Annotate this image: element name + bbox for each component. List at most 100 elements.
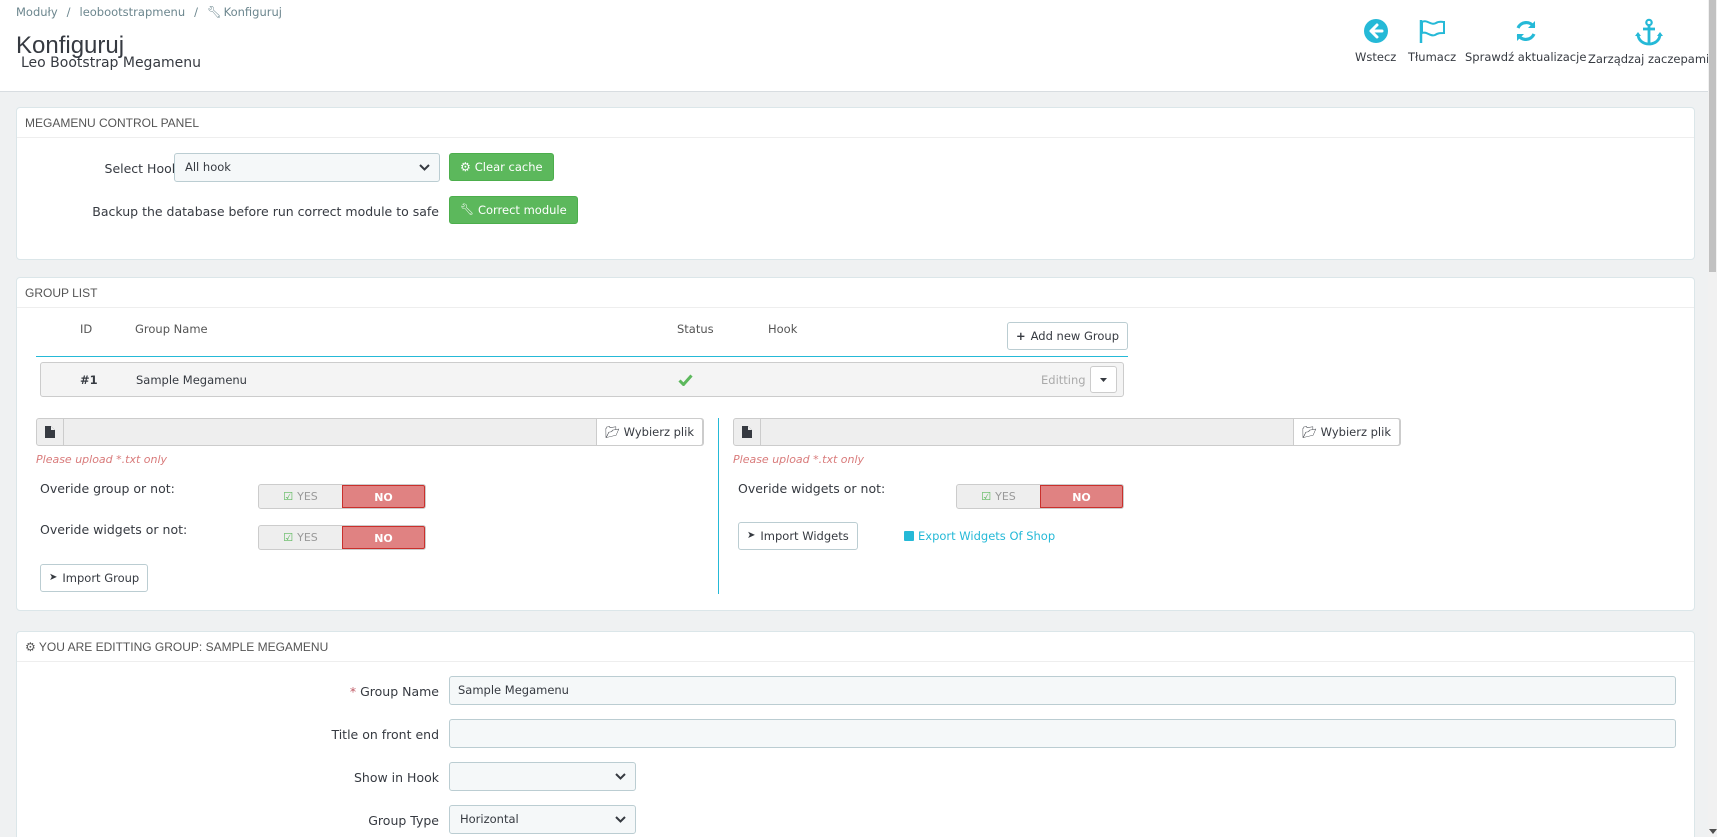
file-icon: [734, 419, 761, 445]
override-widgets-right-yes[interactable]: ☑︎ YES: [957, 485, 1040, 508]
widgets-file-input[interactable]: 📂︎ Wybierz plik: [733, 418, 1401, 446]
check-updates-button[interactable]: Sprawdź aktualizacje: [1465, 18, 1586, 64]
folder-open-icon: 📂︎: [605, 425, 620, 439]
control-panel: MEGAMENU CONTROL PANEL Select Hook All h…: [16, 107, 1695, 260]
backup-label: Backup the database before run correct m…: [92, 204, 439, 219]
page-subtitle: Leo Bootstrap Megamenu: [21, 55, 202, 71]
check-icon: [678, 374, 693, 386]
control-panel-heading: MEGAMENU CONTROL PANEL: [17, 108, 1694, 138]
breadcrumb-item-modules[interactable]: Moduły: [16, 5, 58, 19]
import-widgets-label: Import Widgets: [760, 529, 849, 543]
column-header-hook: Hook: [768, 322, 798, 336]
editting-button[interactable]: Editting: [1041, 373, 1086, 387]
export-widgets-label: Export Widgets Of Shop: [918, 529, 1056, 543]
group-type-value: Horizontal: [460, 812, 519, 826]
override-widgets-label: Overide widgets or not:: [40, 522, 188, 537]
group-list-panel: GROUP LIST ID Group Name Status Hook + A…: [16, 277, 1695, 611]
title-front-end-input[interactable]: [449, 719, 1676, 748]
file-icon: [37, 419, 64, 445]
override-group-no[interactable]: NO: [341, 485, 425, 508]
override-widgets-right-label: Overide widgets or not:: [738, 481, 886, 496]
group-upload-hint: Please upload *.txt only: [36, 453, 168, 466]
clear-cache-label: Clear cache: [474, 160, 543, 174]
plus-icon: +: [1016, 329, 1026, 343]
wrench-icon: 🔧︎: [460, 203, 474, 216]
override-group-switch[interactable]: ☑︎ YES NO: [258, 484, 426, 509]
group-type-dropdown[interactable]: Horizontal: [449, 805, 636, 834]
edit-group-panel: ⚙︎ YOU ARE EDITTING GROUP: SAMPLE MEGAME…: [16, 631, 1695, 837]
check-updates-label: Sprawdź aktualizacje: [1465, 50, 1587, 64]
folder-open-icon: 📂︎: [1302, 425, 1317, 439]
override-widgets-switch[interactable]: ☑︎ YES NO: [258, 525, 426, 550]
import-widgets-button[interactable]: ➤︎ Import Widgets: [738, 522, 858, 550]
select-hook-dropdown[interactable]: All hook: [174, 153, 440, 182]
group-name-input[interactable]: Sample Megamenu: [449, 676, 1676, 705]
checkbox-icon: ☑︎: [283, 531, 294, 544]
checkbox-icon: ☑︎: [283, 490, 294, 503]
widgets-upload-hint: Please upload *.txt only: [733, 453, 865, 466]
chevron-down-icon: [419, 164, 430, 171]
export-widgets-link[interactable]: Export Widgets Of Shop: [904, 529, 1055, 543]
show-in-hook-label: Show in Hook: [353, 770, 439, 785]
override-widgets-right-no[interactable]: NO: [1039, 485, 1123, 508]
row-actions-dropdown[interactable]: [1090, 366, 1117, 393]
override-widgets-yes[interactable]: ☑︎ YES: [259, 526, 342, 549]
override-widgets-right-switch[interactable]: ☑︎ YES NO: [956, 484, 1124, 509]
refresh-icon: [1516, 21, 1536, 41]
arrow-circle-right-icon: ➤︎: [747, 530, 756, 541]
group-name-label: * Group Name: [349, 684, 439, 699]
edit-group-heading: ⚙︎ YOU ARE EDITTING GROUP: SAMPLE MEGAME…: [17, 632, 1694, 662]
checkbox-icon: ☑︎: [981, 490, 992, 503]
scrollbar-thumb[interactable]: [1709, 0, 1716, 272]
table-row[interactable]: #1 Sample Megamenu Editting: [40, 362, 1124, 397]
arrow-circle-right-icon: ➤︎: [49, 572, 58, 583]
breadcrumb-separator: /: [66, 5, 71, 19]
manage-hooks-button[interactable]: Zarządzaj zaczepami: [1588, 18, 1709, 66]
scroll-down-arrow-icon[interactable]: [1709, 829, 1717, 834]
back-label: Wstecz: [1355, 50, 1397, 64]
anchor-icon: [1634, 18, 1663, 46]
table-header-divider: [36, 356, 1128, 357]
widgets-browse-button[interactable]: 📂︎ Wybierz plik: [1293, 418, 1400, 446]
clear-cache-button[interactable]: ⚙︎ Clear cache: [449, 153, 554, 181]
caret-down-icon: [1100, 378, 1107, 382]
override-widgets-no[interactable]: NO: [341, 526, 425, 549]
correct-module-button[interactable]: 🔧︎ Correct module: [449, 196, 578, 224]
row-group-name: Sample Megamenu: [136, 373, 247, 387]
vertical-scrollbar[interactable]: [1708, 0, 1717, 837]
add-new-group-button[interactable]: + Add new Group: [1007, 322, 1128, 350]
add-new-group-label: Add new Group: [1030, 329, 1119, 343]
group-list-heading: GROUP LIST: [17, 278, 1694, 308]
chevron-down-icon: [615, 773, 626, 780]
column-header-name: Group Name: [135, 322, 208, 336]
translate-label: Tłumacz: [1408, 50, 1457, 64]
row-id: #1: [80, 373, 98, 387]
arrow-left-circle-icon: [1363, 19, 1388, 43]
title-front-end-label: Title on front end: [331, 727, 439, 742]
group-file-input[interactable]: 📂︎ Wybierz plik: [36, 418, 704, 446]
group-type-label: Group Type: [368, 813, 439, 828]
page-header: Moduły / leobootstrapmenu / 🔧︎ Konfiguruj Kon…: [0, 0, 1709, 92]
group-browse-label: Wybierz plik: [623, 425, 694, 439]
column-header-id: ID: [80, 322, 93, 336]
widgets-browse-label: Wybierz plik: [1320, 425, 1391, 439]
chevron-down-icon: [615, 816, 626, 823]
select-hook-label: Select Hook: [104, 161, 179, 176]
override-group-yes[interactable]: ☑︎ YES: [259, 485, 342, 508]
breadcrumb: Moduły / leobootstrapmenu / 🔧︎ Konfiguruj: [16, 5, 282, 19]
group-browse-button[interactable]: 📂︎ Wybierz plik: [596, 418, 703, 446]
breadcrumb-item-module[interactable]: leobootstrapmenu: [80, 5, 186, 19]
breadcrumb-item-configure: Konfiguruj: [223, 5, 282, 19]
breadcrumb-separator: /: [194, 5, 198, 19]
import-group-button[interactable]: ➤︎ Import Group: [40, 564, 149, 592]
show-in-hook-dropdown[interactable]: [449, 762, 636, 791]
translate-button[interactable]: Tłumacz: [1408, 18, 1456, 64]
required-mark: *: [349, 684, 357, 699]
column-header-status: Status: [677, 322, 714, 336]
correct-module-label: Correct module: [477, 203, 567, 217]
back-button[interactable]: Wstecz: [1355, 18, 1396, 64]
manage-hooks-label: Zarządzaj zaczepami: [1588, 52, 1710, 66]
import-group-label: Import Group: [62, 571, 140, 585]
external-link-icon: [904, 531, 914, 541]
override-group-label: Overide group or not:: [40, 481, 175, 496]
